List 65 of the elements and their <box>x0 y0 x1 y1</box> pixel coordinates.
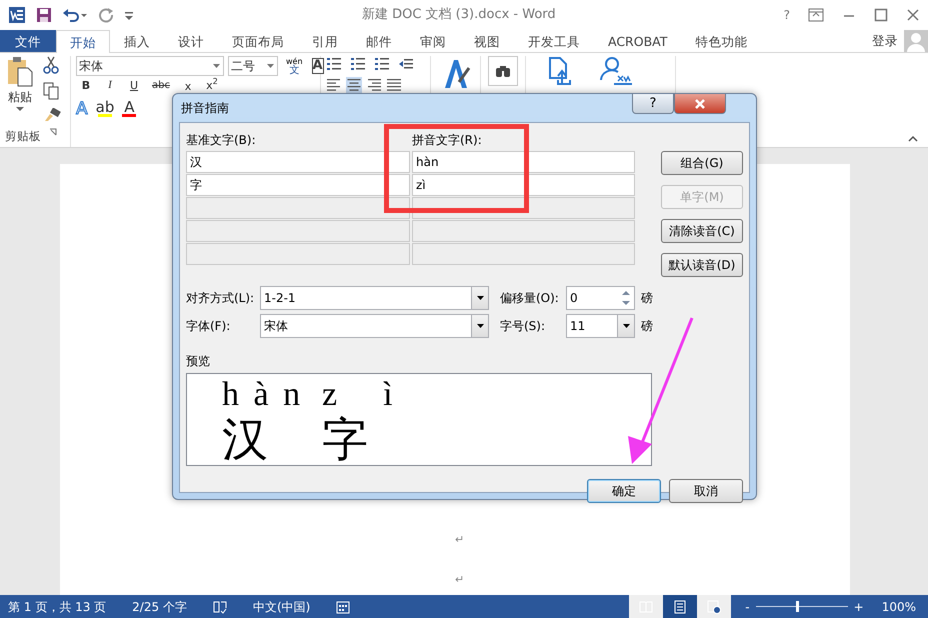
hanzi-text: 汉 <box>222 414 268 464</box>
italic-button[interactable]: I <box>100 78 120 92</box>
pinyin-text: zì <box>322 376 439 414</box>
field-label: 字体(F): <box>186 318 232 335</box>
phonetic-guide-button[interactable]: wén 文 <box>286 57 303 75</box>
ribbon-tab[interactable]: 视图 <box>460 30 514 52</box>
subscript-button[interactable]: x <box>178 78 198 92</box>
dialog-button[interactable]: 默认读音(D) <box>661 253 743 277</box>
column-header: 拼音文字(R): <box>412 132 482 149</box>
dialog-title: 拼音指南 <box>181 100 229 117</box>
character-border-button[interactable]: A <box>312 58 324 74</box>
base-text-cell[interactable]: 字 <box>186 174 410 196</box>
dropdown-field[interactable]: 11 <box>566 314 635 338</box>
field-label: 对齐方式(L): <box>186 290 256 307</box>
ribbon-tab[interactable]: ACROBAT <box>594 30 682 52</box>
unit-label: 磅 <box>641 318 653 335</box>
ribbon-tab[interactable]: 页面布局 <box>218 30 298 52</box>
zoom-in-button[interactable]: + <box>854 598 864 616</box>
font-size-field[interactable]: 二号 <box>228 56 278 76</box>
page-count[interactable]: 第 1 页，共 13 页 <box>8 598 106 616</box>
help-button[interactable]: ? <box>784 6 790 24</box>
zoom-level[interactable]: 100% <box>882 598 916 616</box>
highlight-button[interactable]: ab <box>96 101 114 117</box>
window-title: 新建 DOC 文档 (3).docx - Word <box>360 6 557 24</box>
word-count[interactable]: 2/25 个字 <box>132 598 187 616</box>
ribbon-tab[interactable]: 设计 <box>164 30 218 52</box>
dropdown-field[interactable]: 1-2-1 <box>260 286 489 310</box>
ribbon-tab[interactable]: 引用 <box>298 30 352 52</box>
ribbon-tab[interactable]: 审阅 <box>406 30 460 52</box>
ribbon-tab[interactable]: 插入 <box>110 30 164 52</box>
superscript-button[interactable]: x$^{2}$ <box>202 78 222 92</box>
paragraph-mark: ↵ <box>455 572 464 588</box>
field-label: 偏移量(O): <box>500 290 560 307</box>
group-label: 剪贴板 <box>5 128 41 145</box>
underline-button[interactable]: U <box>124 78 144 92</box>
dialog-button[interactable]: 清除读音(C) <box>661 219 743 243</box>
spin-field[interactable]: 0 <box>566 286 635 310</box>
dialog-button[interactable]: 组合(G) <box>661 151 743 175</box>
ribbon-tab[interactable]: 开发工具 <box>514 30 594 52</box>
zoom-out-button[interactable]: - <box>745 598 750 616</box>
sign-in-link[interactable]: 登录 <box>872 32 898 50</box>
help-button[interactable]: ? <box>632 94 674 114</box>
column-header: 基准文字(B): <box>186 132 257 149</box>
pinyin-text: hàn <box>222 376 315 414</box>
hanzi-text: 字 <box>322 414 368 464</box>
field-label: 字号(S): <box>500 318 546 335</box>
unit-label: 磅 <box>641 290 653 307</box>
ruby-text-field[interactable]: hàn <box>412 151 635 173</box>
dialog-button[interactable]: 取消 <box>669 479 743 503</box>
language-indicator[interactable]: 中文(中国) <box>252 598 310 616</box>
ribbon-tab[interactable]: 邮件 <box>352 30 406 52</box>
paragraph-mark: ↵ <box>455 532 464 548</box>
font-color-button[interactable]: A <box>122 101 136 117</box>
base-text-cell[interactable]: 汉 <box>186 151 410 173</box>
font-name-field[interactable]: 宋体 <box>76 56 224 76</box>
file-tab[interactable]: 文件 <box>0 30 56 52</box>
ribbon-tab[interactable]: 特色功能 <box>681 30 762 52</box>
dialog-button[interactable]: 确定 <box>587 479 661 503</box>
ribbon-tab[interactable]: 开始 <box>56 30 110 53</box>
bold-button[interactable]: B <box>76 78 96 92</box>
ruby-text-field[interactable]: zì <box>412 174 635 196</box>
strikethrough-button[interactable]: abc <box>148 78 174 92</box>
dropdown-field[interactable]: 宋体 <box>260 314 489 338</box>
preview-label: 预览 <box>186 353 211 370</box>
paste-button[interactable]: 粘贴 <box>5 56 35 122</box>
